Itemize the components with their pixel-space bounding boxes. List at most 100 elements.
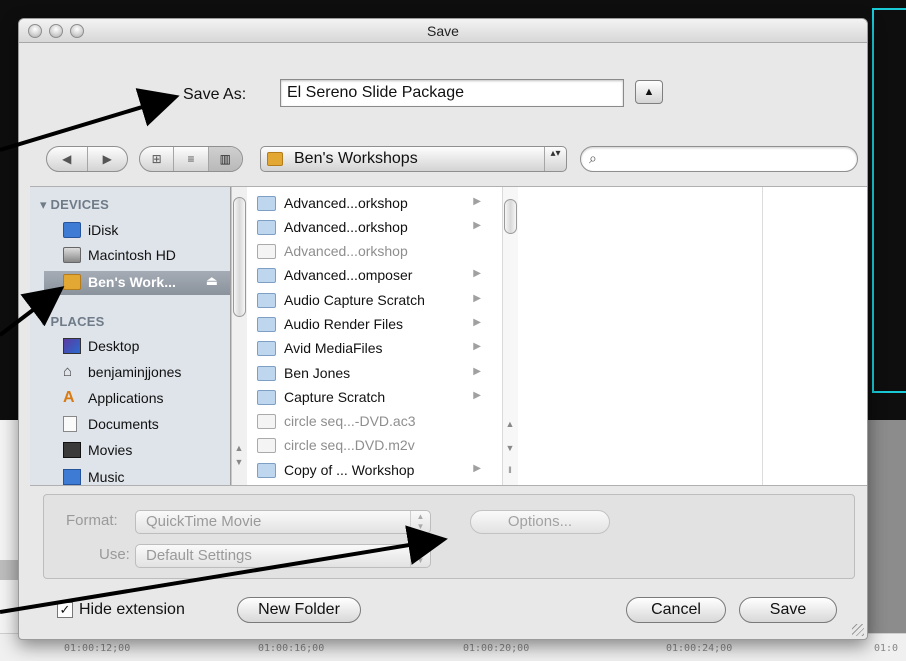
- scroll-up-icon[interactable]: ▲: [503, 419, 517, 429]
- popup-arrows-icon: ▴▾: [544, 147, 566, 171]
- eject-icon[interactable]: ⏏: [206, 273, 218, 289]
- scrollbar-thumb[interactable]: [504, 199, 517, 234]
- sidebar-item-desktop[interactable]: Desktop: [55, 335, 230, 357]
- folder-icon: [257, 463, 276, 478]
- icon-view-button[interactable]: ⊞: [140, 147, 175, 171]
- save-button[interactable]: Save: [739, 597, 837, 623]
- format-label: Format:: [66, 512, 118, 529]
- scroll-down-icon[interactable]: ▼: [503, 443, 517, 453]
- list-view-button[interactable]: ≡: [174, 147, 209, 171]
- document-icon: [257, 414, 276, 429]
- sidebar-item-applications[interactable]: A Applications: [55, 387, 230, 409]
- format-options-panel: Format: QuickTime Movie ▲ ▼ Options... Us…: [43, 494, 855, 579]
- timecode-label: 01:00:24;00: [666, 643, 733, 654]
- sidebar-item-documents[interactable]: Documents: [55, 413, 230, 435]
- list-item[interactable]: Avid MediaFiles ▶: [257, 337, 485, 359]
- folder-icon: [257, 341, 276, 356]
- column-scrollbar[interactable]: ▲ ▼ ‖: [502, 187, 518, 485]
- timecode-label: 01:00:16;00: [258, 643, 325, 654]
- sidebar-item-label: Movies: [88, 442, 133, 458]
- sidebar-item-label: Documents: [88, 416, 159, 432]
- folder-icon: [257, 220, 276, 235]
- search-icon: ⌕: [589, 150, 597, 166]
- list-item[interactable]: Capture Scratch ▶: [257, 386, 485, 408]
- location-popup[interactable]: Ben's Workshops ▴▾: [260, 146, 567, 172]
- back-button[interactable]: ◀: [47, 147, 88, 171]
- browser-column-3[interactable]: [763, 187, 867, 485]
- list-item[interactable]: circle seq...DVD.m2v: [257, 434, 485, 456]
- chevron-right-icon: ▶: [473, 390, 481, 401]
- search-input[interactable]: ⌕: [580, 146, 858, 172]
- hard-drive-icon: [63, 247, 81, 263]
- browser-column-1: Advanced...orkshop ▶ Advanced...orkshop …: [247, 187, 497, 485]
- sidebar-item-label: iDisk: [88, 222, 119, 238]
- chevron-right-icon: ▶: [473, 366, 481, 377]
- expand-dialog-button[interactable]: ▲: [635, 80, 663, 104]
- chevron-right-icon: ▶: [473, 341, 481, 352]
- use-label: Use:: [99, 546, 130, 563]
- file-browser: ▾ DEVICES iDisk Macintosh HD Ben's Work.…: [30, 186, 867, 486]
- list-item[interactable]: circle seq...-DVD.ac3: [257, 410, 485, 432]
- folder-icon: [257, 366, 276, 381]
- title-bar[interactable]: Save: [19, 19, 867, 43]
- save-as-label: Save As:: [183, 86, 247, 103]
- column-resize-handle[interactable]: ‖: [503, 465, 517, 475]
- documents-icon: [63, 416, 77, 432]
- cancel-button[interactable]: Cancel: [626, 597, 726, 623]
- sidebar-item-movies[interactable]: Movies: [55, 439, 230, 461]
- save-dialog: Save Save As: El Sereno Slide Package ▲ …: [18, 18, 868, 640]
- forward-button[interactable]: ▶: [88, 147, 128, 171]
- list-item[interactable]: Advanced...omposer ▶: [257, 264, 485, 286]
- format-popup[interactable]: QuickTime Movie ▲ ▼: [135, 510, 431, 534]
- sidebar-scrollbar[interactable]: ▲ ▼: [231, 187, 247, 485]
- chevron-right-icon: ▶: [473, 196, 481, 207]
- popup-arrows-icon: ▲ ▼: [410, 545, 430, 567]
- options-button[interactable]: Options...: [470, 510, 610, 534]
- chevron-right-icon: ▶: [473, 463, 481, 474]
- browser-column-2[interactable]: [518, 187, 763, 485]
- popup-arrows-icon: ▲ ▼: [410, 511, 430, 533]
- scrollbar-thumb[interactable]: [233, 197, 246, 317]
- chevron-right-icon: ▶: [473, 293, 481, 304]
- sidebar-item-bens-workshops[interactable]: Ben's Work... ⏏: [44, 271, 230, 295]
- folder-icon: [63, 274, 81, 290]
- save-as-field[interactable]: El Sereno Slide Package: [280, 79, 624, 107]
- list-item[interactable]: Advanced...orkshop: [257, 240, 485, 262]
- document-icon: [257, 438, 276, 453]
- use-popup[interactable]: Default Settings ▲ ▼: [135, 544, 431, 568]
- view-mode-control: ⊞ ≡ ▥: [139, 146, 243, 172]
- sidebar-header-devices[interactable]: ▾ DEVICES: [40, 197, 109, 213]
- list-item[interactable]: Audio Render Files ▶: [257, 313, 485, 335]
- timecode-label: 01:00:20;00: [463, 643, 530, 654]
- scroll-up-icon[interactable]: ▲: [232, 443, 246, 453]
- sidebar-header-places[interactable]: ▾ PLACES: [40, 314, 104, 330]
- column-view-button[interactable]: ▥: [208, 147, 242, 171]
- sidebar: ▾ DEVICES iDisk Macintosh HD Ben's Work.…: [30, 187, 231, 485]
- document-icon: [257, 244, 276, 259]
- timecode-label: 01:00:12;00: [64, 643, 131, 654]
- sidebar-item-idisk[interactable]: iDisk: [55, 219, 230, 241]
- home-icon: ⌂: [63, 363, 73, 380]
- new-folder-button[interactable]: New Folder: [237, 597, 361, 623]
- sidebar-item-music[interactable]: Music: [55, 466, 230, 488]
- list-item[interactable]: Audio Capture Scratch ▶: [257, 289, 485, 311]
- background-canvas-frame: [872, 8, 906, 393]
- sidebar-item-macintosh-hd[interactable]: Macintosh HD: [55, 244, 230, 266]
- idisk-icon: [63, 222, 81, 238]
- checkmark-icon[interactable]: ✓: [57, 602, 73, 618]
- scroll-down-icon[interactable]: ▼: [232, 457, 246, 467]
- applications-icon: A: [63, 389, 75, 406]
- list-item[interactable]: Advanced...orkshop ▶: [257, 216, 485, 238]
- desktop-icon: [63, 338, 81, 354]
- sidebar-item-label: Macintosh HD: [88, 247, 176, 263]
- folder-icon: [267, 152, 283, 166]
- dialog-title: Save: [427, 23, 459, 39]
- list-item[interactable]: Ben Jones ▶: [257, 362, 485, 384]
- resize-grip[interactable]: [852, 624, 864, 636]
- sidebar-item-label: Desktop: [88, 338, 140, 354]
- list-item[interactable]: Copy of ... Workshop ▶: [257, 459, 485, 481]
- folder-icon: [257, 317, 276, 332]
- list-item[interactable]: Advanced...orkshop ▶: [257, 192, 485, 214]
- sidebar-item-home[interactable]: ⌂ benjaminjjones: [55, 361, 230, 383]
- back-forward-control: ◀ ▶: [46, 146, 128, 172]
